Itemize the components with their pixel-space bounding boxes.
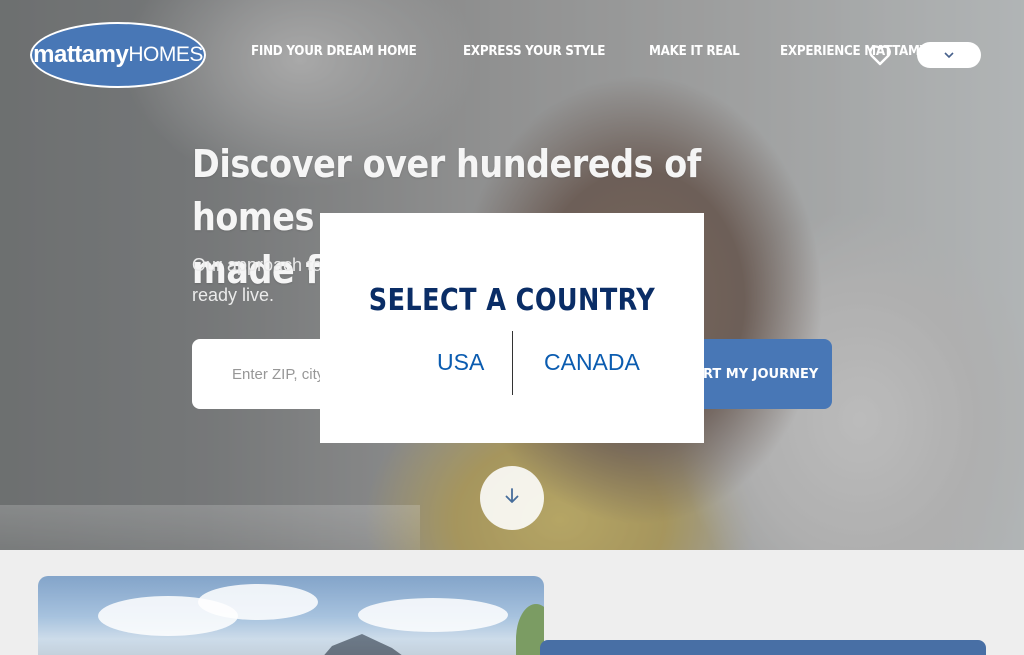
country-select-modal: SELECT A COUNTRY USA CANADA xyxy=(320,213,704,443)
country-divider xyxy=(512,331,513,395)
country-usa-link[interactable]: USA xyxy=(437,349,484,376)
modal-title: SELECT A COUNTRY xyxy=(368,283,656,318)
country-canada-link[interactable]: CANADA xyxy=(544,349,640,376)
